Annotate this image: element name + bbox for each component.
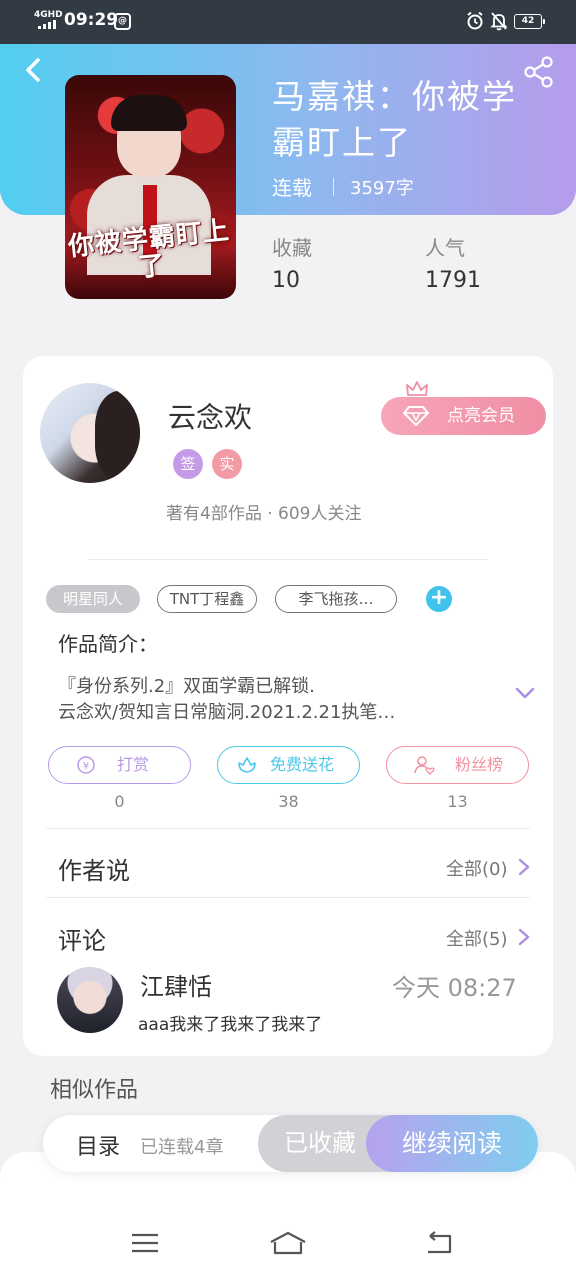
author-says-more[interactable]: 全部(0) [446,855,508,881]
tag-tnt[interactable]: TNT丁程鑫 [157,585,257,613]
alarm-icon [467,11,483,30]
crown-icon [406,381,428,396]
chapter-count[interactable]: 已连载4章 [140,1133,223,1159]
similar-works-title: 相似作品 [50,1078,139,1103]
diamond-icon [403,406,429,426]
free-flower-label: 免费送花 [270,755,335,774]
book-status: 连载 [272,176,312,200]
coin-icon: ¥ [77,756,95,774]
popularity-label: 人气 [425,236,465,260]
book-cover[interactable]: 你被学霸盯上了 [65,75,236,299]
notification-app-icon: @ [114,13,131,30]
intro-line-1: 『身份系列.2』双面学霸已解锁. [58,676,315,697]
reward-label: 打赏 [117,755,150,774]
author-avatar[interactable] [40,383,140,483]
svg-text:¥: ¥ [83,761,89,772]
status-divider [333,178,334,196]
tag-celebrity-fanfic[interactable]: 明星同人 [46,585,140,613]
comment-time: 今天 08:27 [392,974,517,1002]
fan-ranking-button[interactable]: 粉丝榜 [386,746,529,784]
chevron-right-icon[interactable] [516,927,532,947]
expand-chevron-icon[interactable] [513,683,537,703]
flower-count: 38 [278,792,299,811]
clock: 09:29 [64,10,119,30]
verified-badge: 实 [212,449,242,479]
vip-button-label: 点亮会员 [447,406,515,426]
fan-ranking-label: 粉丝榜 [455,755,504,774]
signal-icon [38,20,56,29]
intro-line-2: 云念欢/贺知言日常脑洞.2021.2.21执笔… [58,702,396,723]
comment-text: aaa我来了我来了我来了 [138,1015,323,1035]
network-type: 4GHD [34,10,63,20]
collect-value: 10 [272,268,300,293]
author-name[interactable]: 云念欢 [168,396,252,436]
status-bar: 4GHD 09:29 @ 42 [0,0,576,44]
signed-badge: 签 [173,449,203,479]
commenter-name[interactable]: 江肆恬 [140,967,212,1002]
reward-count: 0 [114,792,125,811]
card-divider [46,828,530,829]
author-says-title: 作者说 [58,857,130,885]
vip-button[interactable]: 点亮会员 [381,397,546,435]
popularity-value: 1791 [425,268,481,293]
fan-count: 13 [447,792,468,811]
word-count: 3597字 [350,178,414,199]
collect-label: 收藏 [272,236,312,260]
add-tag-button[interactable]: + [426,586,452,612]
toc-button[interactable]: 目录 [76,1129,120,1161]
tag-third[interactable]: 李飞拖孩… [275,585,397,613]
book-title: 马嘉祺：你被学霸盯上了 [272,77,517,162]
back-arrow-icon[interactable] [20,56,48,84]
author-meta: 著有4部作品 · 609人关注 [166,504,362,524]
intro-label: 作品简介： [58,632,158,656]
free-flower-button[interactable]: 免费送花 [217,746,360,784]
back-icon[interactable] [424,1230,454,1256]
battery-indicator: 42 [514,14,545,29]
card-divider [46,897,530,898]
card-divider [88,559,488,560]
flower-icon [238,757,256,773]
chevron-right-icon[interactable] [516,857,532,877]
mute-bell-icon [490,12,508,31]
fan-icon [414,756,435,775]
commenter-avatar[interactable] [57,967,123,1033]
home-icon[interactable] [268,1230,308,1256]
comments-title: 评论 [58,927,106,955]
comments-more[interactable]: 全部(5) [446,925,508,951]
continue-reading-button[interactable]: 继续阅读 [366,1115,538,1172]
menu-icon[interactable] [130,1230,160,1256]
reward-button[interactable]: ¥ 打赏 [48,746,191,784]
